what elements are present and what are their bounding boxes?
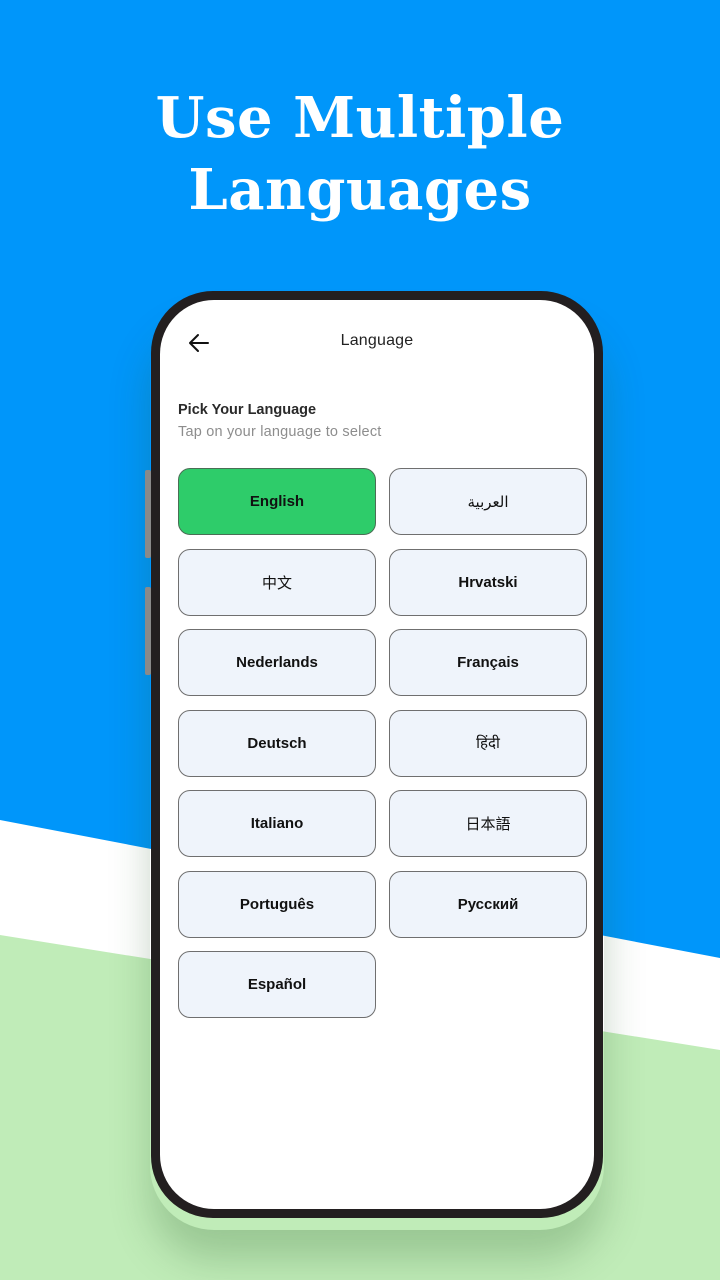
headline-line-1: Use Multiple (155, 85, 565, 151)
language-option[interactable]: Русский (389, 870, 587, 938)
language-option[interactable]: Nederlands (178, 629, 376, 696)
phone-screen: Language Pick Your Language Tap on your … (160, 300, 594, 1209)
language-label: 中文 (261, 573, 292, 592)
language-option[interactable]: 中文 (178, 548, 376, 616)
language-option[interactable]: Italiano (178, 790, 376, 857)
language-label: 日本語 (465, 815, 511, 833)
language-label: Nederlands (236, 654, 318, 671)
language-option[interactable]: Español (178, 951, 376, 1018)
language-option[interactable]: Hrvatski (389, 548, 587, 616)
language-option[interactable]: العربية (389, 468, 587, 535)
language-option[interactable]: Português (178, 870, 376, 938)
section-subtitle: Tap on your language to select (178, 424, 382, 440)
language-grid: English العربية 中文 Hrvatski Nederlands França… (178, 468, 587, 1018)
language-label: Português (239, 895, 315, 913)
language-option[interactable]: 日本語 (389, 790, 587, 857)
language-option[interactable]: Français (389, 629, 587, 696)
language-option[interactable]: Deutsch (178, 709, 376, 777)
language-label: हिंदी (476, 734, 500, 752)
headline-line-2: Languages (188, 157, 532, 223)
language-label: Hrvatski (458, 573, 518, 591)
language-option-selected[interactable]: English (178, 468, 376, 535)
language-label: Français (457, 654, 519, 671)
language-label: Русский (457, 895, 519, 913)
language-label: Italiano (250, 815, 304, 832)
phone-frame: Language Pick Your Language Tap on your … (151, 291, 603, 1218)
language-label: Español (247, 976, 307, 993)
section-title: Pick Your Language (178, 402, 317, 418)
language-label: Deutsch (247, 734, 307, 752)
app-bar: Language (160, 300, 594, 384)
promo-headline: Use Multiple Languages (0, 82, 720, 226)
language-label: العربية (467, 492, 509, 511)
language-option[interactable]: हिंदी (389, 709, 587, 777)
page-title: Language (340, 332, 414, 349)
language-label: English (249, 493, 305, 510)
